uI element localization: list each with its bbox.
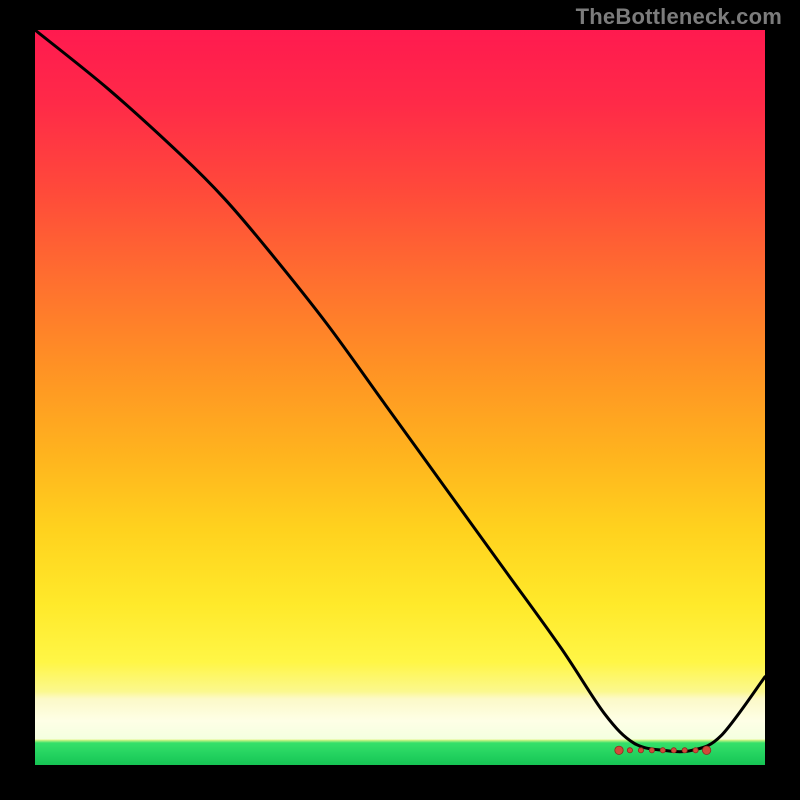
minimum-dot [649,748,654,753]
chart-frame: TheBottleneck.com [0,0,800,800]
watermark-text: TheBottleneck.com [576,4,782,30]
minimum-dot [627,748,632,753]
minimum-dot [693,748,698,753]
main-curve [35,30,765,752]
plot-area [35,30,765,765]
minimum-dots [615,746,711,754]
minimum-dot [638,748,643,753]
minimum-dot [702,746,710,754]
minimum-dot [615,746,623,754]
minimum-dot [682,748,687,753]
chart-svg [35,30,765,765]
minimum-dot [671,748,676,753]
minimum-dot [660,748,665,753]
